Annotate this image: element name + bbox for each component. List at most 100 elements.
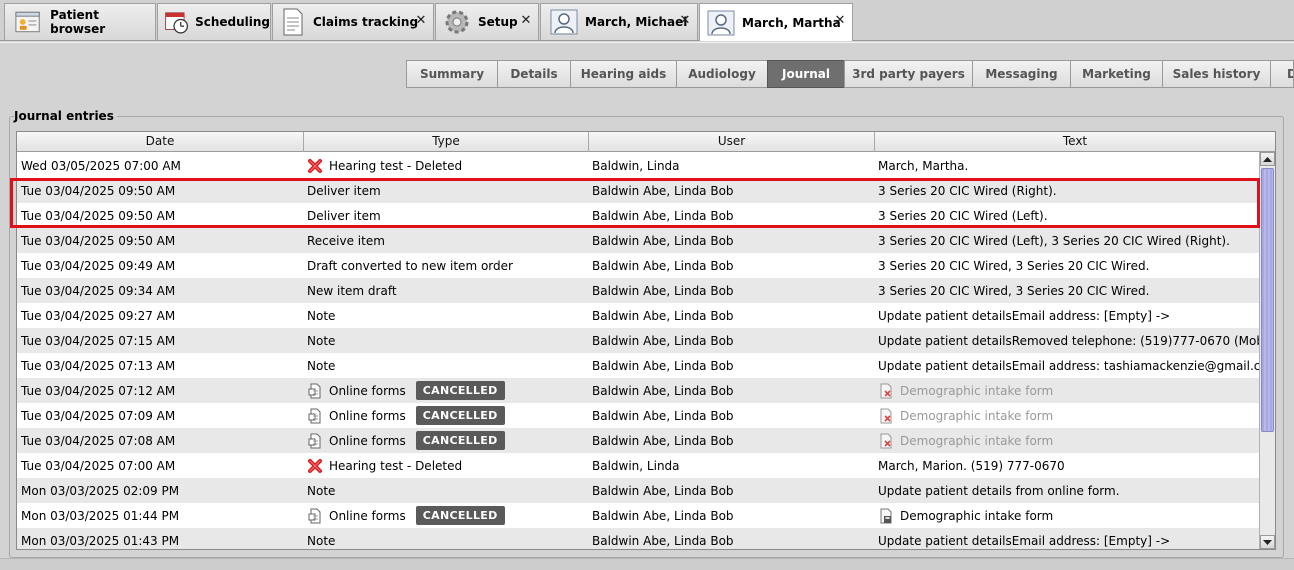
table-row[interactable]: Tue 03/04/2025 09:34 AM New item draft Bal…: [17, 278, 1259, 303]
tab-d[interactable]: D: [1270, 60, 1294, 88]
cell-text: 3 Series 20 CIC Wired, 3 Series 20 CIC W…: [874, 253, 1259, 278]
column-header-date[interactable]: Date: [17, 132, 304, 152]
cell-type: Draft converted to new item order: [303, 253, 588, 278]
entry-text[interactable]: Demographic intake form: [900, 509, 1053, 523]
user-text: Baldwin Abe, Linda Bob: [592, 258, 734, 273]
cell-type: Online forms CANCELLED: [303, 503, 588, 528]
form-icon: [308, 408, 321, 423]
cell-text: Demographic intake form: [874, 428, 1259, 453]
vertical-scrollbar[interactable]: [1259, 152, 1275, 549]
tab-setup[interactable]: Setup ✕: [435, 3, 539, 40]
column-header-type[interactable]: Type: [304, 132, 589, 152]
close-icon[interactable]: ✕: [415, 14, 427, 28]
table-row[interactable]: Wed 03/05/2025 07:00 AM Hearing test - De…: [17, 153, 1259, 178]
type-text: Hearing test - Deleted: [329, 158, 463, 173]
tab-label: Journal: [782, 67, 830, 81]
table-row[interactable]: Tue 03/04/2025 07:09 AM Online forms CANCE…: [17, 403, 1259, 428]
red-x-icon: [308, 458, 322, 473]
gear-icon: [445, 10, 469, 34]
cell-date: Tue 03/04/2025 07:08 AM: [17, 428, 303, 453]
type-text: Draft converted to new item order: [307, 258, 513, 273]
cell-date: Tue 03/04/2025 09:50 AM: [17, 203, 303, 228]
cell-text: Update patient detailsEmail address: tas…: [874, 353, 1259, 378]
entry-text[interactable]: Demographic intake form: [900, 409, 1053, 423]
date-text: Tue 03/04/2025 07:08 AM: [21, 433, 176, 448]
cell-user: Baldwin Abe, Linda Bob: [588, 278, 874, 303]
cell-type: Online forms CANCELLED: [303, 403, 588, 428]
user-text: Baldwin Abe, Linda Bob: [592, 183, 734, 198]
table-row[interactable]: Mon 03/03/2025 02:09 PM Note Baldwin Abe, …: [17, 478, 1259, 503]
tab-march-michael[interactable]: March, Michael ✕: [540, 3, 698, 40]
table-row[interactable]: Tue 03/04/2025 07:08 AM Online forms CANCE…: [17, 428, 1259, 453]
tab-claims-tracking[interactable]: Claims tracking ✕: [272, 3, 434, 40]
tab-details[interactable]: Details: [497, 60, 571, 88]
patient-icon: [707, 10, 735, 35]
cell-date: Wed 03/05/2025 07:00 AM: [17, 153, 303, 178]
entry-text: Update patient detailsEmail address: tas…: [878, 358, 1259, 373]
type-text: Online forms: [329, 433, 406, 448]
cell-date: Tue 03/04/2025 09:34 AM: [17, 278, 303, 303]
bottom-splitter[interactable]: [0, 558, 1294, 570]
type-text: Note: [307, 358, 336, 373]
table-row[interactable]: Tue 03/04/2025 07:00 AM Hearing test - De…: [17, 453, 1259, 478]
table-row[interactable]: Tue 03/04/2025 07:12 AM Online forms CANCE…: [17, 378, 1259, 403]
tab-3rd-party-payers[interactable]: 3rd party payers: [844, 60, 973, 88]
user-text: Baldwin Abe, Linda Bob: [592, 208, 734, 223]
scroll-thumb[interactable]: [1261, 168, 1274, 432]
date-text: Tue 03/04/2025 07:13 AM: [21, 358, 176, 373]
table-row[interactable]: Mon 03/03/2025 01:43 PM Note Baldwin Abe, …: [17, 528, 1259, 549]
scroll-down-button[interactable]: [1260, 535, 1275, 549]
table-row[interactable]: Tue 03/04/2025 07:13 AM Note Baldwin Abe, …: [17, 353, 1259, 378]
date-text: Tue 03/04/2025 09:27 AM: [21, 308, 176, 323]
cell-type: Online forms CANCELLED: [303, 378, 588, 403]
table-row[interactable]: Tue 03/04/2025 07:15 AM Note Baldwin Abe, …: [17, 328, 1259, 353]
cell-date: Tue 03/04/2025 07:00 AM: [17, 453, 303, 478]
entry-text: 3 Series 20 CIC Wired, 3 Series 20 CIC W…: [878, 258, 1150, 273]
tab-messaging[interactable]: Messaging: [972, 60, 1071, 88]
cell-type: Hearing test - Deleted: [303, 453, 588, 478]
cell-type: Note: [303, 528, 588, 549]
cell-user: Baldwin Abe, Linda Bob: [588, 328, 874, 353]
entry-text[interactable]: Demographic intake form: [900, 384, 1053, 398]
tab-scheduling[interactable]: Scheduling: [157, 3, 271, 40]
user-text: Baldwin, Linda: [592, 458, 680, 473]
close-icon[interactable]: ✕: [520, 14, 532, 28]
close-icon[interactable]: ✕: [679, 14, 691, 28]
tab-summary[interactable]: Summary: [406, 60, 498, 88]
table-row[interactable]: Tue 03/04/2025 09:50 AM Receive item Baldw…: [17, 228, 1259, 253]
tab-sales-history[interactable]: Sales history: [1162, 60, 1271, 88]
tab-patient-browser[interactable]: Patient browser: [4, 3, 156, 40]
user-text: Baldwin Abe, Linda Bob: [592, 383, 734, 398]
cell-user: Baldwin Abe, Linda Bob: [588, 178, 874, 203]
cell-user: Baldwin Abe, Linda Bob: [588, 503, 874, 528]
tab-journal[interactable]: Journal: [767, 60, 845, 88]
table-row[interactable]: Tue 03/04/2025 09:27 AM Note Baldwin Abe, …: [17, 303, 1259, 328]
table-row[interactable]: Tue 03/04/2025 09:50 AM Deliver item Baldw…: [17, 178, 1259, 203]
tab-label: Hearing aids: [580, 67, 667, 81]
form-icon: [308, 383, 321, 398]
cell-type: Note: [303, 303, 588, 328]
date-text: Mon 03/03/2025 01:44 PM: [21, 508, 180, 523]
tab-audiology[interactable]: Audiology: [676, 60, 768, 88]
tab-hearing-aids[interactable]: Hearing aids: [570, 60, 677, 88]
entry-text: Update patient detailsEmail address: [Em…: [878, 533, 1171, 548]
table-row[interactable]: Mon 03/03/2025 01:44 PM Online forms CANCE…: [17, 503, 1259, 528]
app-tab-bar: Patient browser Scheduling Claims tracki…: [0, 0, 1294, 41]
entry-text: Update patient details from online form.: [878, 483, 1120, 498]
date-text: Tue 03/04/2025 07:09 AM: [21, 408, 176, 423]
type-text: Note: [307, 333, 336, 348]
type-text: Online forms: [329, 408, 406, 423]
tab-marketing[interactable]: Marketing: [1070, 60, 1163, 88]
entry-text[interactable]: Demographic intake form: [900, 434, 1053, 448]
column-header-text[interactable]: Text: [875, 132, 1275, 152]
entry-text: March, Marion. (519) 777-0670: [878, 458, 1065, 473]
form-icon: [308, 508, 321, 523]
form-icon: [308, 433, 321, 448]
tab-march-martha[interactable]: March, Martha ✕: [699, 3, 853, 41]
table-row[interactable]: Tue 03/04/2025 09:49 AM Draft converted t…: [17, 253, 1259, 278]
close-icon[interactable]: ✕: [834, 14, 846, 28]
type-text: Hearing test - Deleted: [329, 458, 463, 473]
column-header-user[interactable]: User: [589, 132, 875, 152]
table-row[interactable]: Tue 03/04/2025 09:50 AM Deliver item Baldw…: [17, 203, 1259, 228]
scroll-up-button[interactable]: [1260, 152, 1275, 166]
